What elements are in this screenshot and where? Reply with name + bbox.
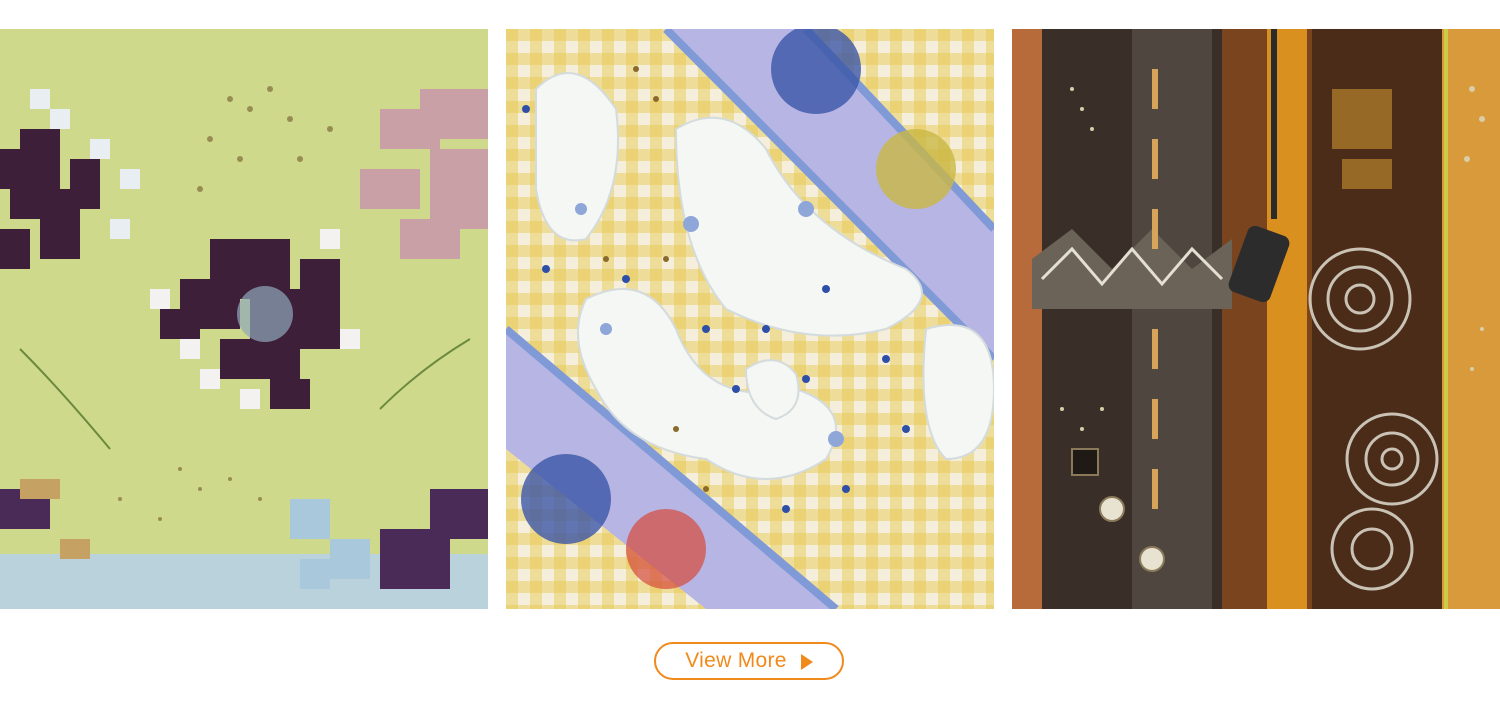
- play-triangle-icon: [800, 653, 813, 670]
- gallery-image-2[interactable]: [506, 29, 994, 609]
- gallery-image-1[interactable]: [0, 29, 488, 609]
- green-textile-artwork: [0, 29, 488, 609]
- earth-tone-textile-artwork: [1012, 29, 1500, 609]
- gallery-image-3[interactable]: [1012, 29, 1500, 609]
- image-gallery: [0, 29, 1500, 609]
- quilted-textile-artwork: [506, 29, 994, 609]
- view-more-label: View More: [685, 649, 787, 672]
- view-more-button[interactable]: View More: [654, 642, 844, 680]
